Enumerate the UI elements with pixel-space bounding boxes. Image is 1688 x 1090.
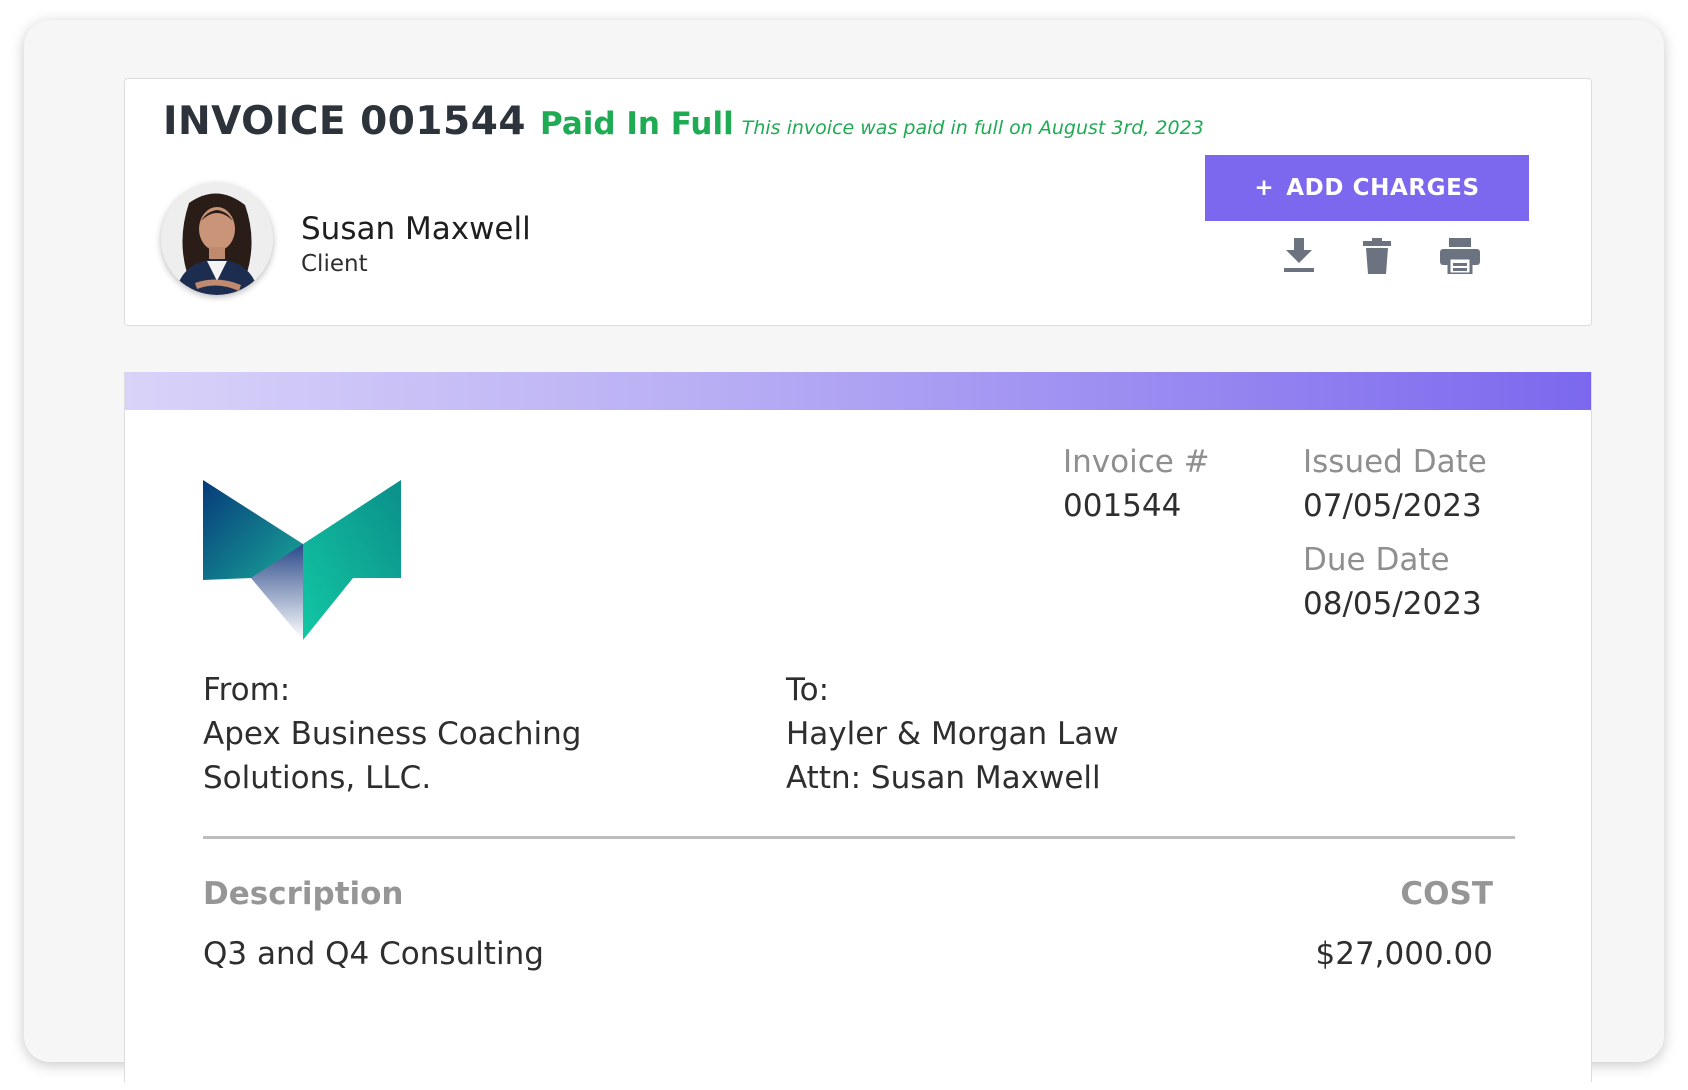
invoice-header: INVOICE 001544 Paid In Full This invoice… bbox=[124, 78, 1592, 326]
invoice-number-label: Invoice # bbox=[1063, 444, 1210, 480]
to-line: Hayler & Morgan Law bbox=[786, 716, 1119, 752]
line-item-cost: $27,000.00 bbox=[1315, 936, 1494, 972]
trash-icon[interactable] bbox=[1357, 235, 1397, 277]
description-column-header: Description bbox=[203, 876, 404, 912]
invoice-title: INVOICE 001544 bbox=[163, 99, 526, 144]
company-logo bbox=[203, 480, 403, 648]
print-icon[interactable] bbox=[1438, 235, 1482, 277]
invoice-number-value: 001544 bbox=[1063, 488, 1182, 524]
issued-date-label: Issued Date bbox=[1303, 444, 1487, 480]
client-role: Client bbox=[301, 251, 368, 277]
from-line: Apex Business Coaching bbox=[203, 716, 582, 752]
plus-icon: + bbox=[1254, 175, 1275, 201]
from-label: From: bbox=[203, 672, 291, 708]
add-charges-label: ADD CHARGES bbox=[1286, 175, 1480, 201]
invoice-title-row: INVOICE 001544 Paid In Full This invoice… bbox=[163, 99, 1204, 144]
client-photo bbox=[161, 183, 273, 295]
line-item-description: Q3 and Q4 Consulting bbox=[203, 936, 544, 972]
section-divider bbox=[203, 836, 1515, 839]
due-date-label: Due Date bbox=[1303, 542, 1450, 578]
add-charges-button[interactable]: + ADD CHARGES bbox=[1205, 155, 1529, 221]
issued-date-value: 07/05/2023 bbox=[1303, 488, 1482, 524]
to-line: Attn: Susan Maxwell bbox=[786, 760, 1101, 796]
from-line: Solutions, LLC. bbox=[203, 760, 432, 796]
invoice-document: Invoice # 001544 Issued Date 07/05/2023 … bbox=[124, 372, 1592, 1082]
paid-status-badge: Paid In Full bbox=[539, 106, 734, 142]
client-avatar bbox=[161, 183, 273, 295]
accent-bar bbox=[125, 372, 1591, 410]
invoice-panel: INVOICE 001544 Paid In Full This invoice… bbox=[24, 20, 1664, 1082]
cost-column-header: COST bbox=[1400, 876, 1493, 912]
client-name: Susan Maxwell bbox=[301, 211, 531, 247]
paid-status-note: This invoice was paid in full on August … bbox=[741, 117, 1204, 139]
to-label: To: bbox=[786, 672, 830, 708]
download-icon[interactable] bbox=[1279, 235, 1319, 277]
due-date-value: 08/05/2023 bbox=[1303, 586, 1482, 622]
